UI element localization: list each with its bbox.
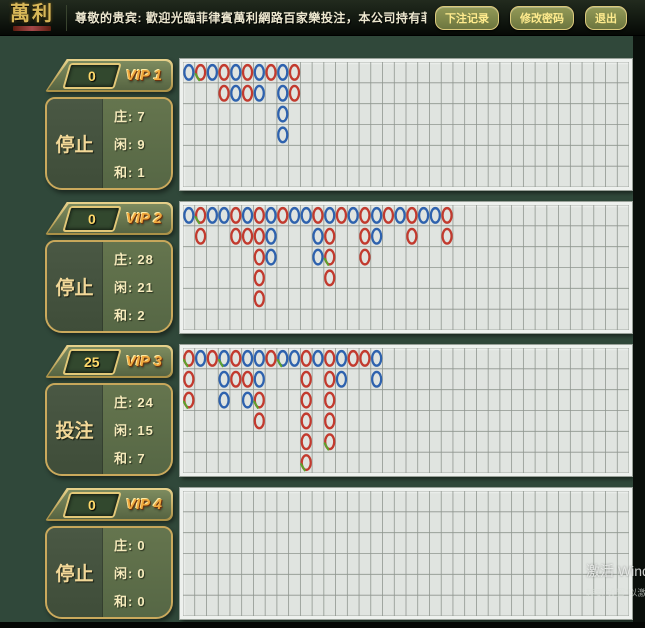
vip2-player-count: 闲:21	[114, 277, 171, 296]
logo: 萬利	[6, 4, 58, 31]
vip1-status-text: 停止	[55, 130, 93, 157]
vip2-info-column: 0 VIP 2 停止 庄:28 闲:21 和:2	[45, 202, 173, 333]
vip3-table-panel[interactable]: 投注 庄:24 闲:15 和:7	[45, 383, 173, 476]
vip4-player-count: 闲:0	[114, 563, 171, 582]
vip1-countdown: 0	[62, 63, 121, 89]
app-window: 萬利 尊敬的贵宾: 歡迎光臨菲律賓萬利網路百家樂投注，本公司持有菲律賓政府批出的…	[0, 0, 645, 628]
vip4-info-column: 0 VIP 4 停止 庄:0 闲:0 和:0	[45, 488, 173, 619]
vip3-tie-count: 和:7	[114, 448, 171, 467]
vip2-countdown: 0	[62, 206, 121, 232]
vip2-table-panel[interactable]: 停止 庄:28 闲:21 和:2	[45, 240, 173, 333]
vip3-status-cell: 投注	[47, 385, 103, 474]
window-edge-right	[633, 36, 645, 628]
table-section-vip4: 0 VIP 4 停止 庄:0 闲:0 和:0	[45, 488, 632, 619]
vip2-status-text: 停止	[55, 273, 93, 300]
table-section-vip3: 25 VIP 3 投注 庄:24 闲:15 和:7	[45, 345, 632, 476]
vip3-countdown: 25	[62, 349, 121, 375]
vip3-badge: 25 VIP 3	[45, 345, 173, 378]
vip3-status-text: 投注	[55, 416, 93, 443]
vip4-status-text: 停止	[55, 559, 93, 586]
table-section-vip2: 0 VIP 2 停止 庄:28 闲:21 和:2	[45, 202, 632, 333]
vip1-stats: 庄:7 闲:9 和:1	[103, 99, 171, 188]
vip1-info-column: 0 VIP 1 停止 庄:7 闲:9 和:1	[45, 59, 173, 190]
vip3-label: VIP 3	[126, 353, 162, 370]
welcome-notice-text: 尊敬的贵宾: 歡迎光臨菲律賓萬利網路百家樂投注，本公司持有菲律賓政府批出的合法博…	[75, 9, 427, 26]
vip4-badge-fill: 0 VIP 4	[47, 490, 171, 519]
topbar-buttons: 下注记录 修改密码 退出	[435, 6, 627, 30]
vip2-badge: 0 VIP 2	[45, 202, 173, 235]
top-bar: 萬利 尊敬的贵宾: 歡迎光臨菲律賓萬利網路百家樂投注，本公司持有菲律賓政府批出的…	[0, 0, 645, 36]
windows-activation-watermark: 激活 Windows 转到"设置"以激活 Windows。	[586, 561, 645, 599]
vip3-player-count: 闲:15	[114, 420, 171, 439]
vip1-label: VIP 1	[126, 67, 162, 84]
vip4-tie-count: 和:0	[114, 591, 171, 610]
vip4-label: VIP 4	[126, 496, 162, 513]
vip4-road-grid	[180, 488, 632, 619]
vip4-countdown: 0	[62, 492, 121, 518]
table-section-vip1: 0 VIP 1 停止 庄:7 闲:9 和:1	[45, 59, 632, 190]
window-edge-bottom	[0, 622, 645, 628]
change-password-button[interactable]: 修改密码	[510, 6, 574, 30]
vip1-status-cell: 停止	[47, 99, 103, 188]
vip2-badge-fill: 0 VIP 2	[47, 204, 171, 233]
vip1-table-panel[interactable]: 停止 庄:7 闲:9 和:1	[45, 97, 173, 190]
vip4-banker-count: 庄:0	[114, 535, 171, 554]
vip3-info-column: 25 VIP 3 投注 庄:24 闲:15 和:7	[45, 345, 173, 476]
logout-button[interactable]: 退出	[585, 6, 627, 30]
vip2-label: VIP 2	[126, 210, 162, 227]
vip2-road-grid	[180, 202, 632, 333]
vip1-badge: 0 VIP 1	[45, 59, 173, 92]
vip4-stats: 庄:0 闲:0 和:0	[103, 528, 171, 617]
vip1-player-count: 闲:9	[114, 134, 171, 153]
vip2-banker-count: 庄:28	[114, 249, 171, 268]
vip4-status-cell: 停止	[47, 528, 103, 617]
vip3-badge-fill: 25 VIP 3	[47, 347, 171, 376]
vip2-stats: 庄:28 闲:21 和:2	[103, 242, 171, 331]
watermark-line1: 激活 Windows	[586, 561, 645, 581]
logo-subtitle-bar	[13, 26, 51, 31]
watermark-line2: 转到"设置"以激活 Windows。	[586, 586, 645, 599]
vip1-banker-count: 庄:7	[114, 106, 171, 125]
vip3-road-grid	[180, 345, 632, 476]
vip4-badge: 0 VIP 4	[45, 488, 173, 521]
topbar-divider	[66, 5, 67, 31]
tables-area: 0 VIP 1 停止 庄:7 闲:9 和:1	[0, 36, 645, 628]
vip3-banker-count: 庄:24	[114, 392, 171, 411]
vip4-table-panel[interactable]: 停止 庄:0 闲:0 和:0	[45, 526, 173, 619]
vip1-tie-count: 和:1	[114, 162, 171, 181]
vip3-stats: 庄:24 闲:15 和:7	[103, 385, 171, 474]
bet-records-button[interactable]: 下注记录	[435, 6, 499, 30]
vip2-tie-count: 和:2	[114, 305, 171, 324]
vip1-road-grid	[180, 59, 632, 190]
logo-title: 萬利	[6, 4, 58, 24]
vip2-status-cell: 停止	[47, 242, 103, 331]
vip1-badge-fill: 0 VIP 1	[47, 61, 171, 90]
